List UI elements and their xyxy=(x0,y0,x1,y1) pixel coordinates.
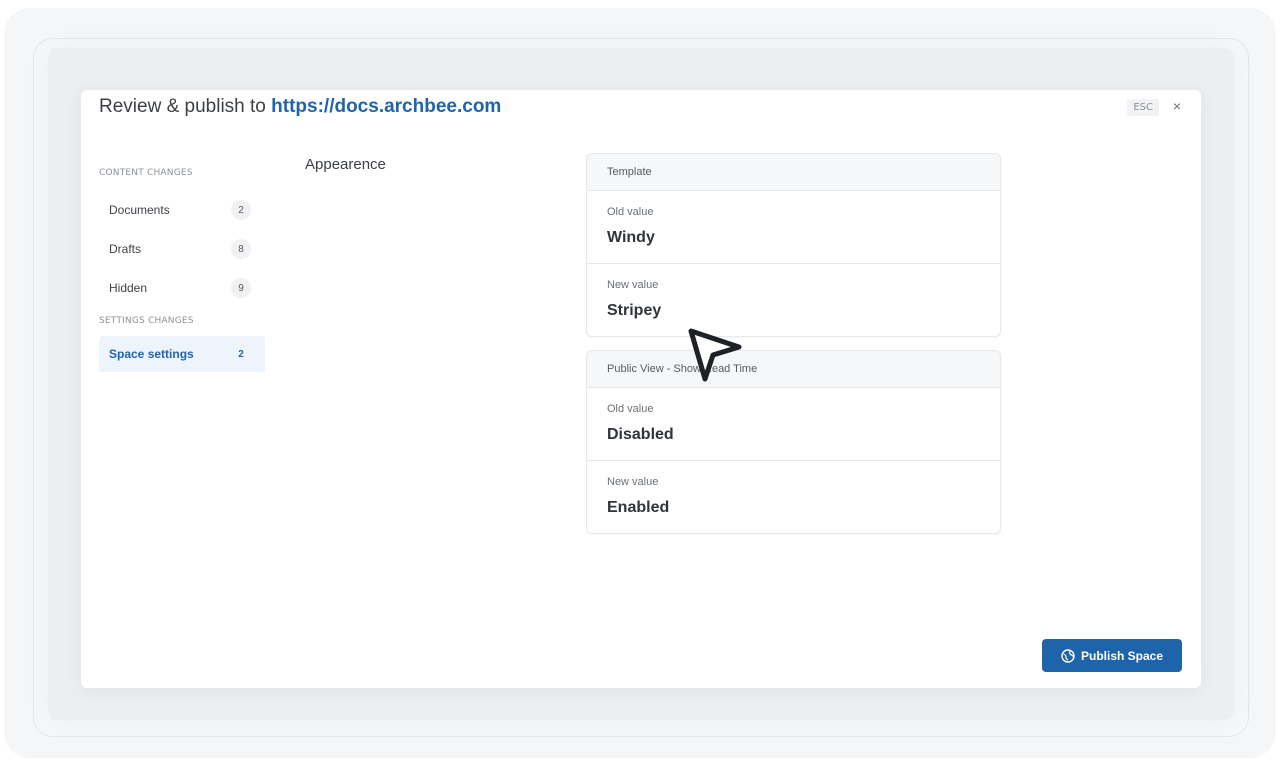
change-card-template: Template Old value Windy New value Strip… xyxy=(586,153,1001,337)
new-value: Enabled xyxy=(607,499,670,516)
sidebar-item-hidden[interactable]: Hidden 9 xyxy=(99,270,265,306)
new-value: Stripey xyxy=(607,302,662,319)
modal-title: Review & publish to https://docs.archbee… xyxy=(99,96,501,118)
sidebar-item-drafts[interactable]: Drafts 8 xyxy=(99,231,265,267)
publish-space-button[interactable]: Publish Space xyxy=(1042,639,1182,672)
publish-button-label: Publish Space xyxy=(1080,648,1164,663)
count-badge: 2 xyxy=(238,348,244,360)
sidebar-item-label: Drafts xyxy=(109,242,142,256)
old-value-row: Old value Windy xyxy=(587,191,1000,264)
title-prefix: Review & publish to xyxy=(99,96,266,117)
review-publish-modal: Review & publish to https://docs.archbee… xyxy=(81,90,1201,688)
new-value-row: New value Enabled xyxy=(587,461,1000,533)
new-value-row: New value Stripey xyxy=(587,264,1000,336)
count-badge: 9 xyxy=(231,278,251,298)
count-badge: 8 xyxy=(231,239,251,259)
sidebar-item-documents[interactable]: Documents 2 xyxy=(99,192,265,228)
esc-shortcut-badge: ESC xyxy=(1127,99,1159,116)
setting-name: Template xyxy=(587,154,1000,191)
globe-icon xyxy=(1061,648,1075,663)
content-changes-heading: CONTENT CHANGES xyxy=(99,168,193,178)
new-value-label: New value xyxy=(607,476,659,488)
setting-name: Public View - Show Read Time xyxy=(587,351,1000,388)
sidebar-item-space-settings[interactable]: Space settings 2 xyxy=(99,336,265,372)
sidebar-item-label: Space settings xyxy=(109,347,194,361)
sidebar-item-label: Documents xyxy=(109,203,170,217)
old-value-label: Old value xyxy=(607,206,654,218)
change-card-read-time: Public View - Show Read Time Old value D… xyxy=(586,350,1001,534)
title-url: https://docs.archbee.com xyxy=(271,96,502,117)
settings-changes-heading: SETTINGS CHANGES xyxy=(99,316,194,326)
mouse-pointer-icon xyxy=(688,328,742,382)
sidebar-item-label: Hidden xyxy=(109,281,148,295)
old-value-row: Old value Disabled xyxy=(587,388,1000,461)
close-icon[interactable]: × xyxy=(1173,98,1181,114)
count-badge: 2 xyxy=(231,200,251,220)
changes-sidebar: CONTENT CHANGES Documents 2 Drafts 8 Hid… xyxy=(99,168,265,372)
old-value-label: Old value xyxy=(607,403,654,415)
group-heading: Appearence xyxy=(305,156,386,173)
old-value: Windy xyxy=(607,229,655,246)
new-value-label: New value xyxy=(607,279,659,291)
old-value: Disabled xyxy=(607,426,674,443)
